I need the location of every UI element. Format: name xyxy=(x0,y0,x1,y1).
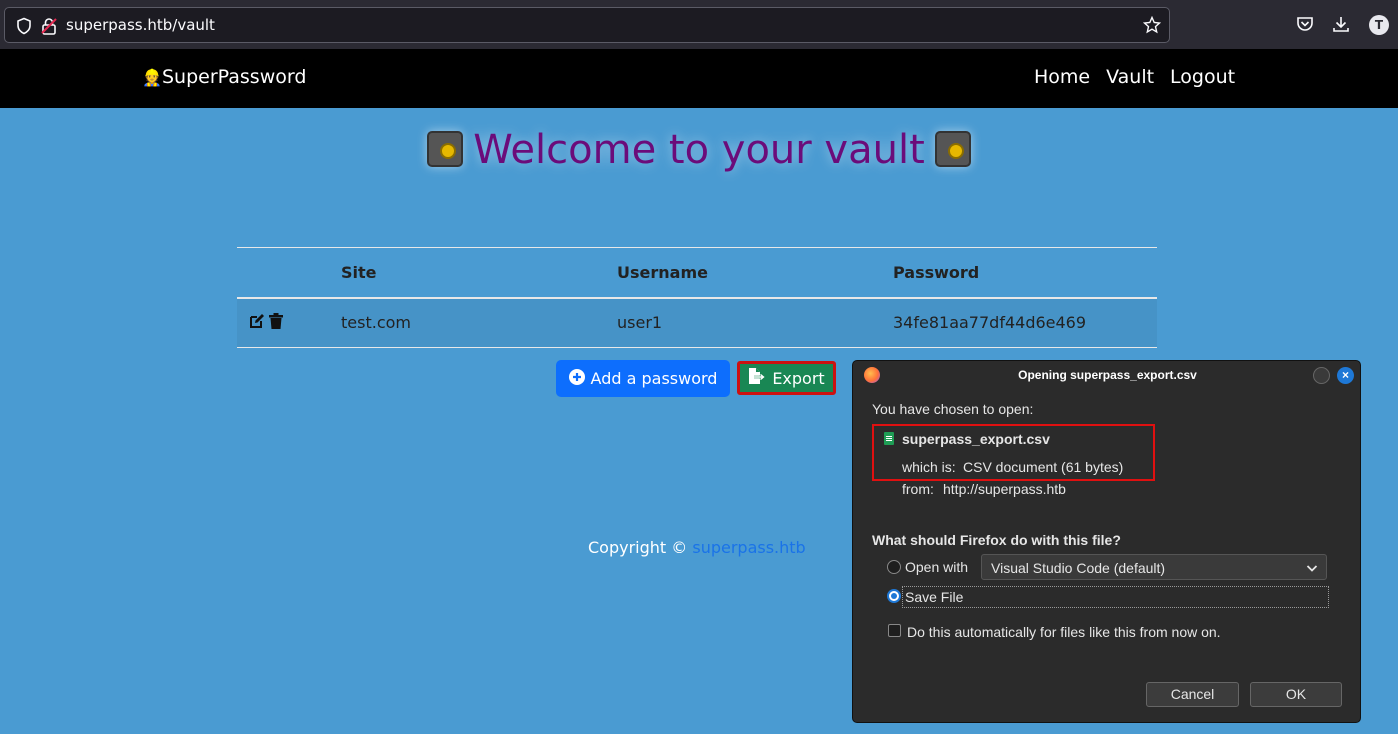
bookmark-star-icon[interactable] xyxy=(1142,15,1162,38)
copyright-text: Copyright © xyxy=(588,538,688,557)
brand-link[interactable]: 👷SuperPassword xyxy=(142,65,306,90)
account-avatar[interactable]: T xyxy=(1369,15,1389,35)
password-header: Password xyxy=(893,247,1157,299)
file-source-label: from: xyxy=(902,481,934,497)
password-table: Site Username Password test.com user1 34… xyxy=(237,247,1157,348)
dialog-title: Opening superpass_export.csv xyxy=(1018,368,1197,382)
minimize-button[interactable] xyxy=(1313,367,1330,384)
url-text[interactable]: superpass.htb/vault xyxy=(66,16,215,34)
actions-header xyxy=(237,247,341,299)
download-dialog: Opening superpass_export.csv × You have … xyxy=(852,360,1361,723)
footer-site-link[interactable]: superpass.htb xyxy=(692,538,805,557)
insecure-lock-icon[interactable] xyxy=(41,17,57,39)
worker-icon: 👷 xyxy=(142,68,162,87)
page-title-text: Welcome to your vault xyxy=(473,127,925,173)
page-title: Welcome to your vault xyxy=(0,124,1398,176)
edit-icon[interactable] xyxy=(249,313,265,333)
nav-links: Home Vault Logout xyxy=(1034,65,1235,89)
export-label: Export xyxy=(772,368,825,388)
plus-circle-icon xyxy=(568,368,585,389)
row-actions xyxy=(237,297,341,348)
chevron-down-icon xyxy=(1306,561,1318,577)
add-password-label: Add a password xyxy=(590,369,718,388)
open-with-radio[interactable] xyxy=(887,560,901,574)
close-icon: × xyxy=(1341,368,1349,382)
shield-icon[interactable] xyxy=(15,17,33,39)
nav-vault-link[interactable]: Vault xyxy=(1106,65,1154,89)
application-select[interactable]: Visual Studio Code (default) xyxy=(981,554,1327,580)
username-header: Username xyxy=(617,247,893,299)
site-navbar: 👷SuperPassword Home Vault Logout xyxy=(0,49,1398,108)
file-export-icon xyxy=(748,368,766,388)
dialog-intro: You have chosen to open: xyxy=(872,401,1034,417)
nav-logout-link[interactable]: Logout xyxy=(1170,65,1235,89)
file-type-value: CSV document (61 bytes) xyxy=(963,459,1124,475)
cancel-button[interactable]: Cancel xyxy=(1146,682,1239,707)
ok-button[interactable]: OK xyxy=(1250,682,1342,707)
save-file-label[interactable]: Save File xyxy=(905,589,963,605)
site-header: Site xyxy=(341,247,617,299)
export-button[interactable]: Export xyxy=(737,361,836,395)
action-question: What should Firefox do with this file? xyxy=(872,532,1121,548)
trash-icon[interactable] xyxy=(269,313,283,333)
brand-label: SuperPassword xyxy=(162,66,307,88)
pocket-icon[interactable] xyxy=(1296,15,1314,37)
close-button[interactable]: × xyxy=(1337,367,1354,384)
page-footer: Copyright © superpass.htb xyxy=(588,538,806,558)
address-bar[interactable]: superpass.htb/vault xyxy=(4,7,1170,43)
nav-home-link[interactable]: Home xyxy=(1034,65,1090,89)
safe-icon xyxy=(427,131,464,167)
csv-file-icon xyxy=(884,432,894,445)
add-password-button[interactable]: Add a password xyxy=(556,360,730,397)
file-source-value: http://superpass.htb xyxy=(943,481,1066,497)
downloads-icon[interactable] xyxy=(1332,15,1350,37)
site-cell: test.com xyxy=(341,297,617,348)
auto-checkbox[interactable] xyxy=(888,624,901,637)
open-with-label[interactable]: Open with xyxy=(905,559,968,575)
save-file-focus xyxy=(902,586,1329,608)
table-row: test.com user1 34fe81aa77df44d6e469 xyxy=(237,297,1157,348)
username-cell: user1 xyxy=(617,297,893,348)
save-file-radio[interactable] xyxy=(887,589,901,603)
browser-toolbar: superpass.htb/vault T xyxy=(0,0,1398,49)
table-header-row: Site Username Password xyxy=(237,247,1157,299)
file-type-label: which is: xyxy=(902,459,956,475)
application-select-value: Visual Studio Code (default) xyxy=(991,560,1166,576)
auto-label[interactable]: Do this automatically for files like thi… xyxy=(907,624,1221,640)
file-name: superpass_export.csv xyxy=(902,431,1050,447)
safe-icon xyxy=(934,131,971,167)
password-cell: 34fe81aa77df44d6e469 xyxy=(893,297,1157,348)
